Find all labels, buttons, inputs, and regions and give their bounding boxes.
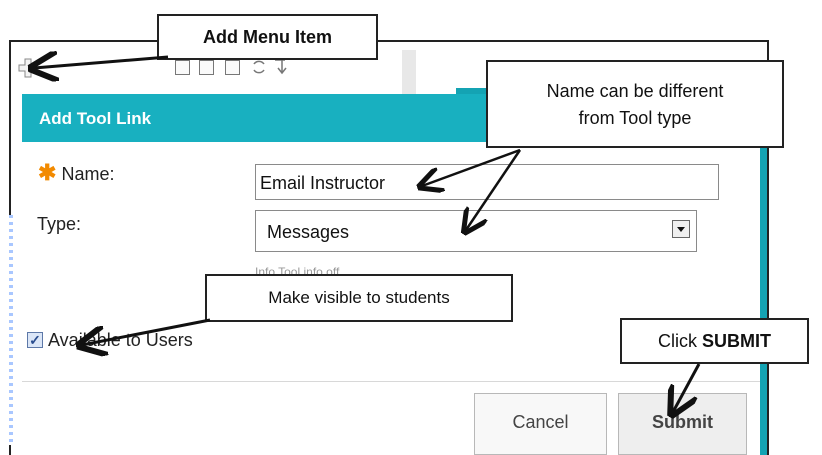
type-label: Type: [37,214,82,234]
left-edge-pattern [9,215,13,445]
name-input[interactable]: Email Instructor [255,164,719,200]
add-icon[interactable] [18,58,38,78]
type-select-value: Messages [267,222,350,242]
required-star-icon: ✱ [38,160,57,185]
available-checkbox[interactable]: ✓ [27,332,43,348]
name-label: Name: [61,164,115,184]
callout-add-menu-item: Add Menu Item [157,14,378,60]
folder-icon[interactable] [199,60,214,75]
list-icon[interactable] [175,60,190,75]
copy-icon[interactable] [225,60,240,75]
dialog-divider [22,381,760,382]
refresh-icon[interactable] [250,58,268,76]
chevron-down-icon[interactable] [672,220,690,238]
callout-name-line1: Name can be different [546,81,724,101]
available-label: Available to Users [48,330,193,350]
callout-click-emph: SUBMIT [702,331,771,351]
callout-name-line2: from Tool type [578,108,692,128]
type-select[interactable]: Messages [255,210,697,252]
callout-click-submit: Click SUBMIT [620,318,809,364]
callout-make-visible: Make visible to students [205,274,513,322]
toolbar-separator [402,50,416,94]
submit-button[interactable]: Submit [618,393,747,455]
callout-name-different: Name can be different from Tool type [486,60,784,148]
name-label-row: ✱ Name: [38,160,114,186]
callout-click-prefix: Click [658,331,702,351]
dialog-title: Add Tool Link [39,109,152,128]
cancel-button[interactable]: Cancel [474,393,607,455]
